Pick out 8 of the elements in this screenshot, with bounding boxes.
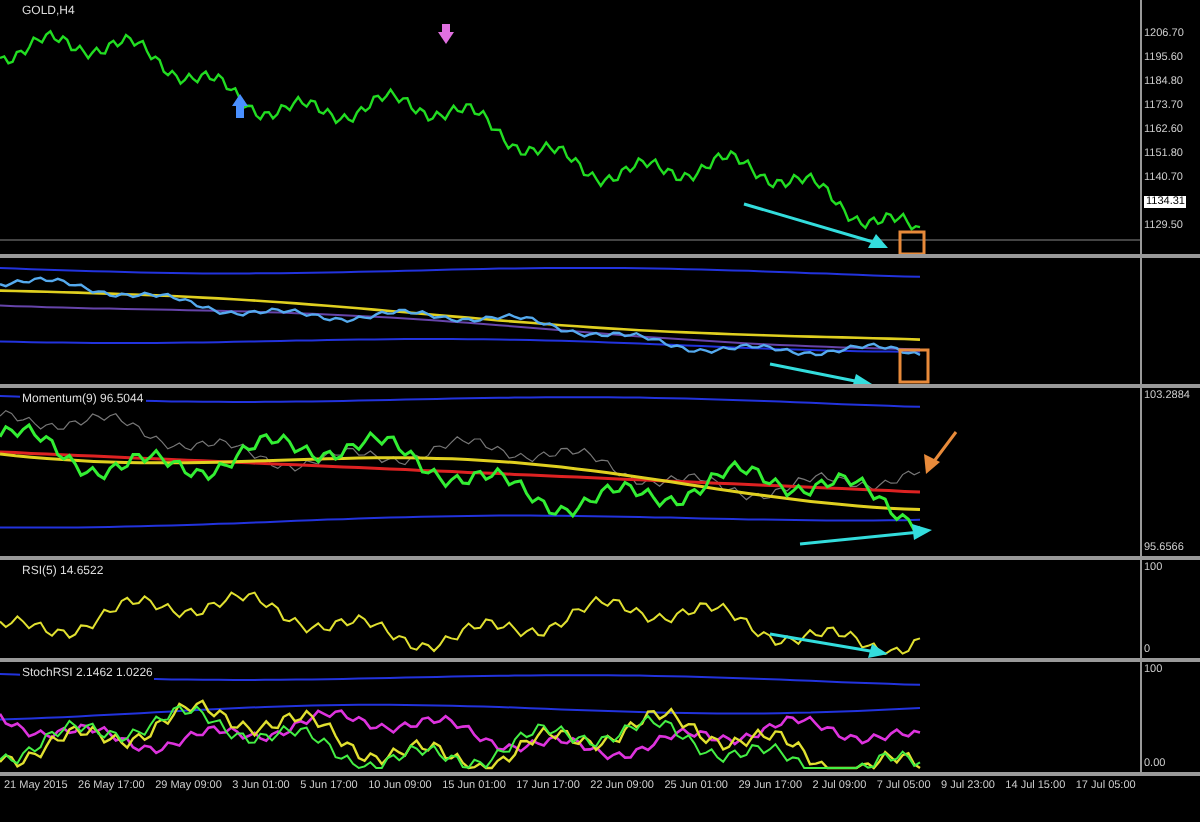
trend-arrow <box>769 362 872 384</box>
trend-arrow <box>769 632 888 658</box>
trend-arrow <box>799 524 932 546</box>
trend-arrow <box>924 431 958 474</box>
highlight-box <box>898 348 930 384</box>
highlight-box <box>898 230 926 254</box>
down-arrow-icon <box>438 24 454 44</box>
up-arrow-icon <box>232 94 248 118</box>
